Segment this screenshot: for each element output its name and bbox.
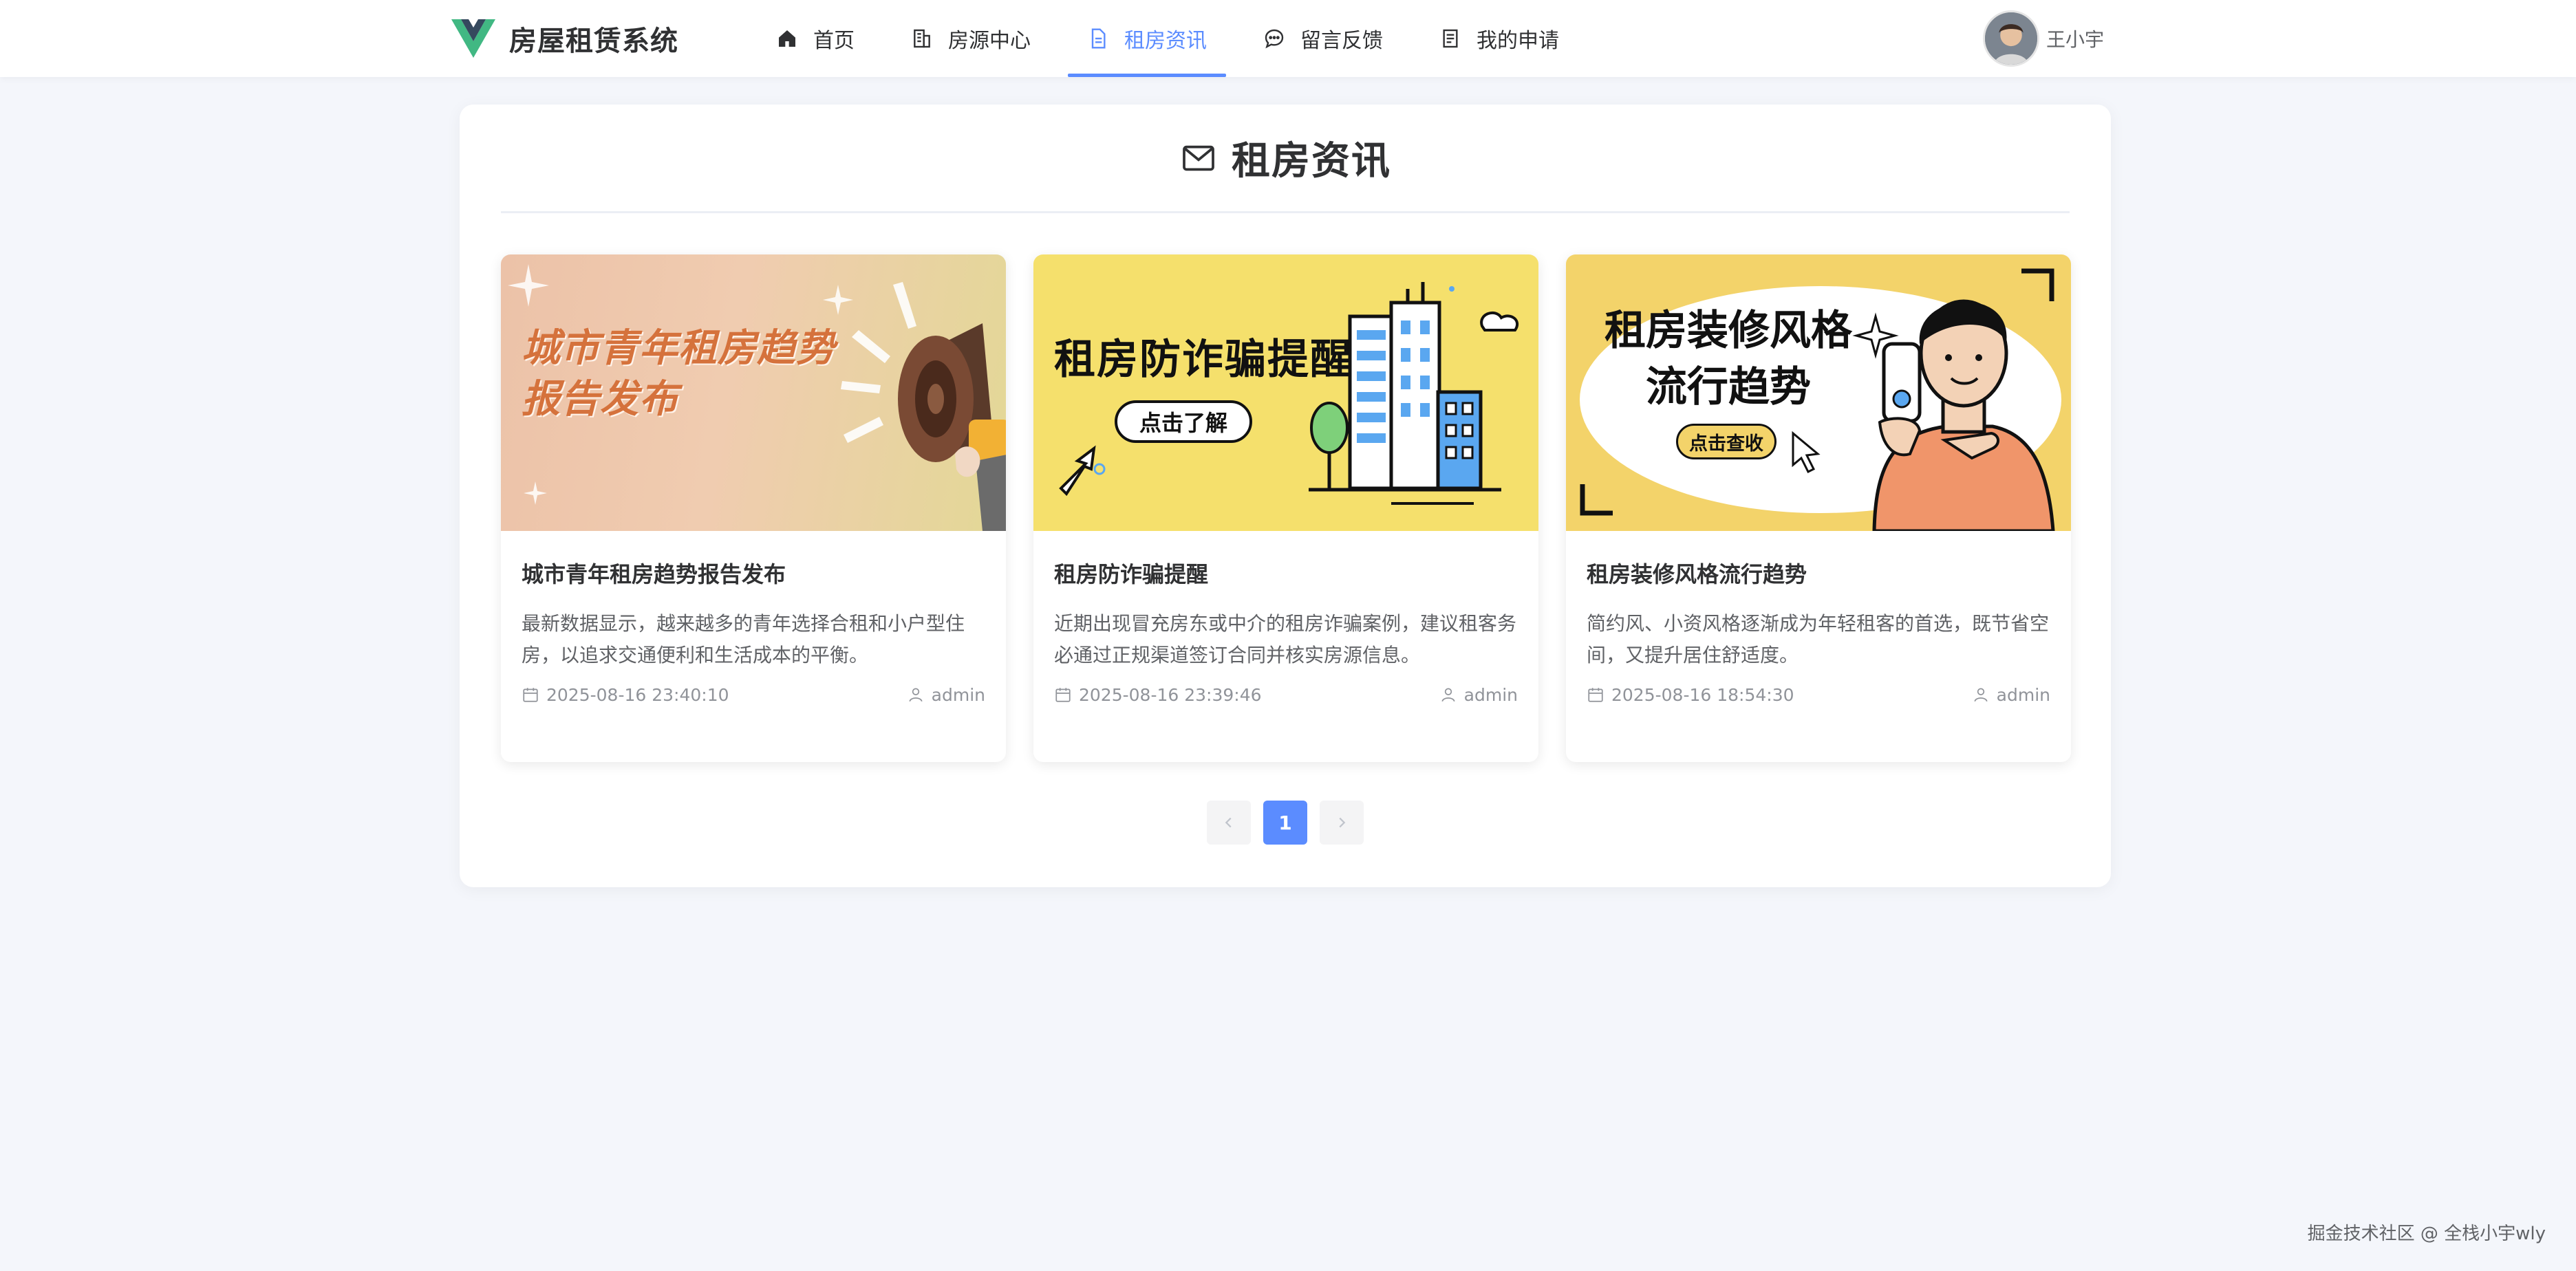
news-author: admin <box>1439 685 1518 705</box>
news-date-text: 2025-08-16 23:39:46 <box>1079 684 1262 705</box>
news-card-meta: 2025-08-16 23:40:10 admin <box>522 681 985 708</box>
news-author-text: admin <box>1463 684 1518 705</box>
news-panel: 租房资讯 城市青年租房趋势报告发布 城市青年租房趋势报告发布 最新数据显示，越来… <box>460 105 2111 887</box>
brand[interactable]: 房屋租赁系统 <box>451 15 678 62</box>
mail-icon <box>1183 145 1214 171</box>
news-card[interactable]: 城市青年租房趋势报告发布 城市青年租房趋势报告发布 最新数据显示，越来越多的青年… <box>501 254 1006 762</box>
page-title: 租房资讯 <box>1232 139 1391 184</box>
nav-item-label: 留言反馈 <box>1300 29 1383 53</box>
user-menu[interactable]: 王小宇 <box>1983 7 2104 70</box>
news-card-meta: 2025-08-16 23:39:46 admin <box>1054 681 1518 708</box>
calendar-icon <box>523 688 538 702</box>
news-author: admin <box>907 685 985 705</box>
nav-item-label: 房源中心 <box>948 29 1031 53</box>
nav-item-applications[interactable]: 我的申请 <box>1420 0 1578 77</box>
pagination: 1 <box>1207 801 1376 845</box>
calendar-icon <box>1055 688 1071 702</box>
panel-header: 租房资讯 <box>501 105 2070 213</box>
chevron-right-icon <box>1339 817 1346 828</box>
avatar-image-icon <box>1985 12 2037 65</box>
news-card-desc: 近期出现冒充房东或中介的租房诈骗案例，建议租客务必通过正规渠道签订合同并核实房源… <box>1054 612 1517 666</box>
user-icon <box>1974 688 1988 702</box>
main-nav: 首页 房源中心 租房资讯 留言反馈 我的申请 <box>757 0 1596 77</box>
news-card-desc: 简约风、小资风格逐渐成为年轻租客的首选，既节省空间，又提升居住舒适度。 <box>1587 612 2050 666</box>
news-cover-text: 城市青年租房趋势报告发布 <box>522 326 835 422</box>
news-date-text: 2025-08-16 23:40:10 <box>546 684 729 705</box>
news-card-meta: 2025-08-16 18:54:30 admin <box>1587 681 2050 708</box>
nav-item-news[interactable]: 租房资讯 <box>1068 0 1226 77</box>
chevron-left-icon <box>1225 817 1232 828</box>
news-cover-text: 租房防诈骗提醒 <box>1054 336 1353 384</box>
nav-item-label: 首页 <box>813 29 855 53</box>
user-icon <box>1441 688 1455 702</box>
news-cover-image: 租房装修风格流行趋势 点击查收 <box>1566 254 2071 531</box>
news-cover-image: 城市青年租房趋势报告发布 <box>501 254 1006 531</box>
brand-title: 房屋租赁系统 <box>509 25 678 57</box>
prev-page-button[interactable] <box>1207 801 1251 845</box>
news-card-title: 租房装修风格流行趋势 <box>1587 561 1807 587</box>
calendar-icon <box>1588 688 1603 702</box>
news-date: 2025-08-16 23:39:46 <box>1054 685 1262 705</box>
news-date-text: 2025-08-16 18:54:30 <box>1611 684 1794 705</box>
chat-bubble-icon <box>1265 29 1284 49</box>
news-cover-button: 点击了解 <box>1115 400 1252 443</box>
nav-item-home[interactable]: 首页 <box>757 0 874 77</box>
list-document-icon <box>1443 29 1458 48</box>
nav-item-listings[interactable]: 房源中心 <box>892 0 1050 77</box>
news-date: 2025-08-16 23:40:10 <box>522 685 729 705</box>
page-number-button[interactable]: 1 <box>1263 801 1307 845</box>
top-navbar: 房屋租赁系统 首页 房源中心 租房资讯 留言反馈 我的申请 王小宇 <box>0 0 2576 77</box>
news-cover-button: 点击查收 <box>1676 424 1777 459</box>
news-cover-image: 租房防诈骗提醒 点击了解 <box>1033 254 1538 531</box>
document-icon <box>1091 28 1106 49</box>
next-page-button[interactable] <box>1320 801 1364 845</box>
news-author-text: admin <box>1996 684 2050 705</box>
user-icon <box>909 688 923 702</box>
news-card-title: 城市青年租房趋势报告发布 <box>522 561 786 587</box>
user-name: 王小宇 <box>2046 28 2105 51</box>
news-date: 2025-08-16 18:54:30 <box>1587 685 1794 705</box>
nav-item-feedback[interactable]: 留言反馈 <box>1244 0 1402 77</box>
avatar[interactable] <box>1983 10 2039 67</box>
news-grid: 城市青年租房趋势报告发布 城市青年租房趋势报告发布 最新数据显示，越来越多的青年… <box>501 254 2071 762</box>
building-icon <box>914 29 930 48</box>
news-cover-text: 租房装修风格流行趋势 <box>1604 307 1852 411</box>
news-card-desc: 最新数据显示，越来越多的青年选择合租和小户型住房，以追求交通便利和生活成本的平衡… <box>522 612 965 666</box>
news-card-title: 租房防诈骗提醒 <box>1054 561 1209 587</box>
city-buildings-illustration-icon <box>1059 282 1519 505</box>
news-card[interactable]: 租房装修风格流行趋势 点击查收 租房装修风格流行趋势 简约风、小资风格逐渐成为年… <box>1566 254 2071 762</box>
home-icon <box>779 30 795 47</box>
nav-item-label: 我的申请 <box>1477 29 1559 53</box>
vue-logo-icon <box>451 19 495 58</box>
news-author-text: admin <box>931 684 985 705</box>
news-card[interactable]: 租房防诈骗提醒 点击了解 租房防诈骗提醒 近期出现冒充房东或中介的租房诈骗案例，… <box>1033 254 1538 762</box>
news-author: admin <box>1972 685 2050 705</box>
watermark-text: 掘金技术社区 @ 全栈小宇wly <box>2307 1224 2546 1244</box>
nav-item-label: 租房资讯 <box>1124 29 1207 53</box>
